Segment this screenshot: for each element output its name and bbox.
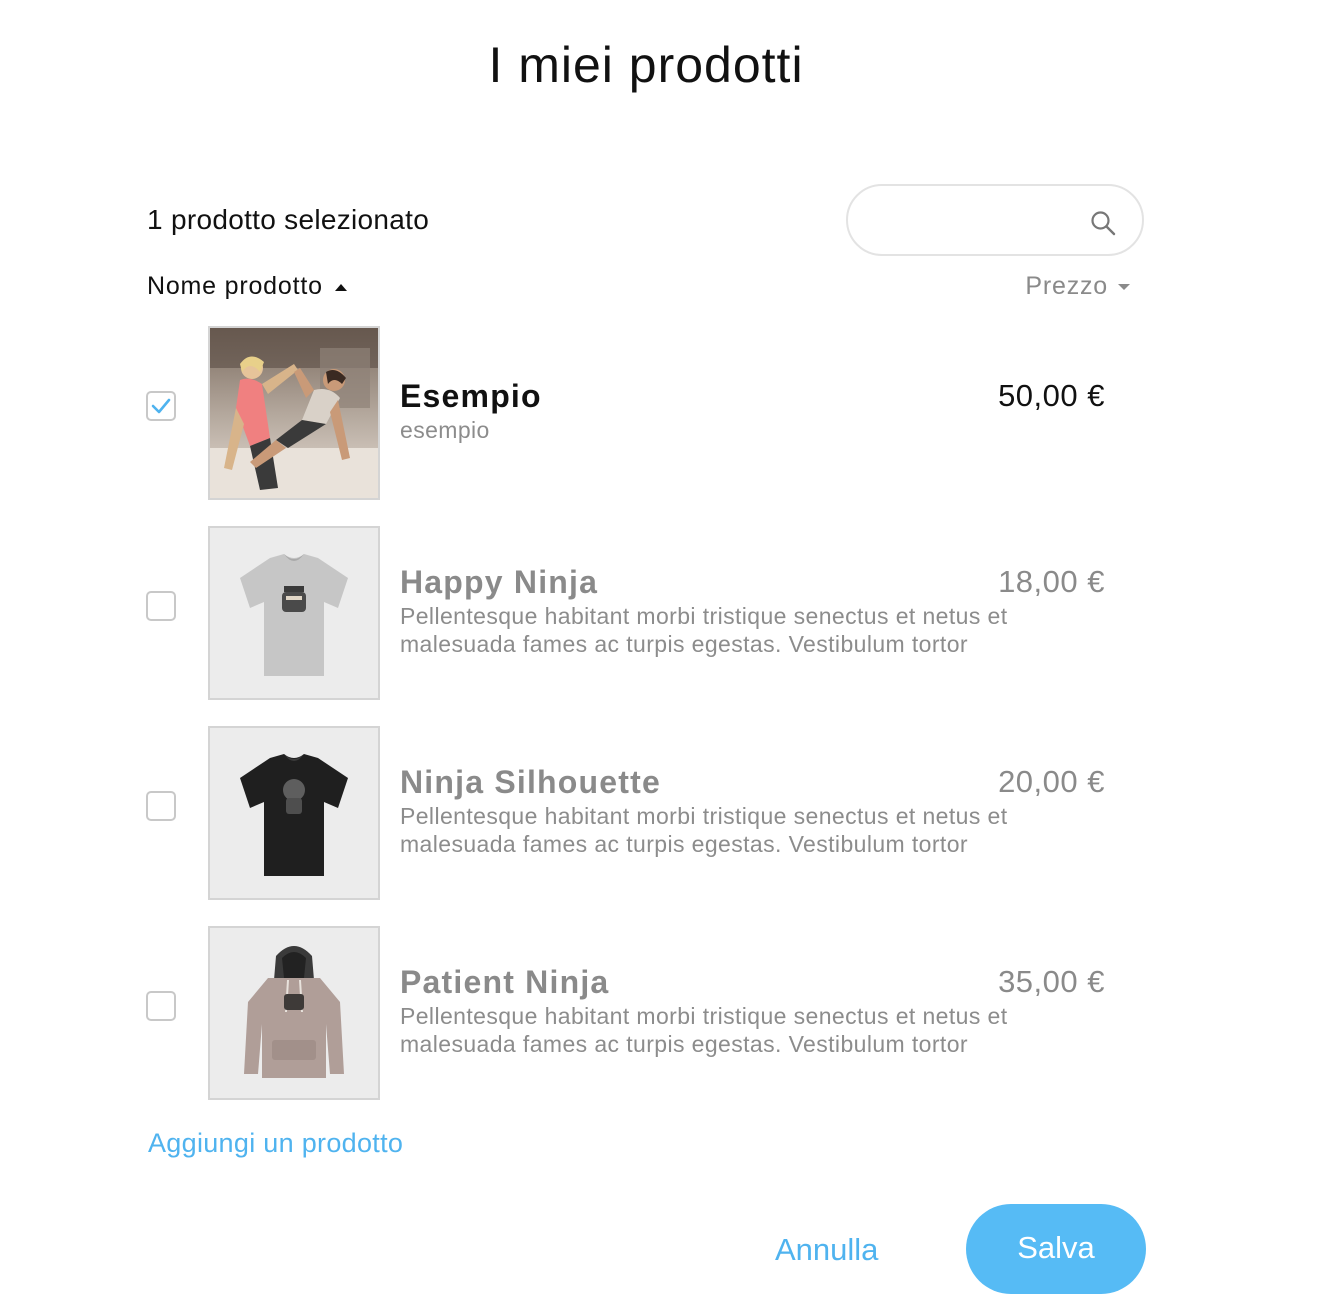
product-description: Pellentesque habitant morbi tristique se… xyxy=(400,803,1008,857)
product-name: Happy Ninja xyxy=(400,564,599,600)
sort-by-price-header[interactable]: Prezzo xyxy=(1025,272,1130,301)
product-image-black-tshirt xyxy=(208,726,380,900)
product-checkbox[interactable] xyxy=(146,791,176,821)
sort-by-name-header[interactable]: Nome prodotto xyxy=(147,272,347,301)
product-checkbox[interactable] xyxy=(146,991,176,1021)
product-description: Pellentesque habitant morbi tristique se… xyxy=(400,603,1008,657)
product-name: Patient Ninja xyxy=(400,964,610,1000)
product-price: 20,00 € xyxy=(998,764,1105,799)
product-name: Esempio xyxy=(400,378,542,414)
product-image-grey-tshirt xyxy=(208,526,380,700)
search-box[interactable] xyxy=(846,184,1144,256)
column-price-label: Prezzo xyxy=(1025,272,1108,300)
product-checkbox[interactable] xyxy=(146,591,176,621)
dialog-title: I miei prodotti xyxy=(488,37,804,93)
product-checkbox[interactable] xyxy=(146,391,176,421)
product-price: 35,00 € xyxy=(998,964,1105,999)
product-image-grey-hoodie xyxy=(208,926,380,1100)
product-price: 50,00 € xyxy=(998,378,1105,413)
checkmark-icon xyxy=(151,398,171,414)
save-button-label: Salva xyxy=(1017,1230,1095,1265)
product-image-fitness xyxy=(208,326,380,500)
product-row[interactable]: Esempio esempio 50,00 € xyxy=(0,326,1326,500)
cancel-button[interactable]: Annulla xyxy=(775,1232,878,1268)
search-icon[interactable] xyxy=(1090,210,1116,236)
column-name-label: Nome prodotto xyxy=(147,272,323,300)
selected-count: 1 prodotto selezionato xyxy=(147,204,430,235)
product-price: 18,00 € xyxy=(998,564,1105,599)
product-description: Pellentesque habitant morbi tristique se… xyxy=(400,1003,1008,1057)
product-row[interactable]: Ninja Silhouette Pellentesque habitant m… xyxy=(0,726,1326,900)
product-description: esempio xyxy=(400,417,490,443)
save-button[interactable]: Salva xyxy=(966,1204,1146,1294)
search-input[interactable] xyxy=(872,202,1086,240)
product-row[interactable]: Patient Ninja Pellentesque habitant morb… xyxy=(0,926,1326,1100)
product-name: Ninja Silhouette xyxy=(400,764,661,800)
caret-down-icon xyxy=(1118,284,1130,291)
add-product-link[interactable]: Aggiungi un prodotto xyxy=(148,1128,403,1159)
sort-ascending-icon xyxy=(334,283,347,291)
product-row[interactable]: Happy Ninja Pellentesque habitant morbi … xyxy=(0,526,1326,700)
